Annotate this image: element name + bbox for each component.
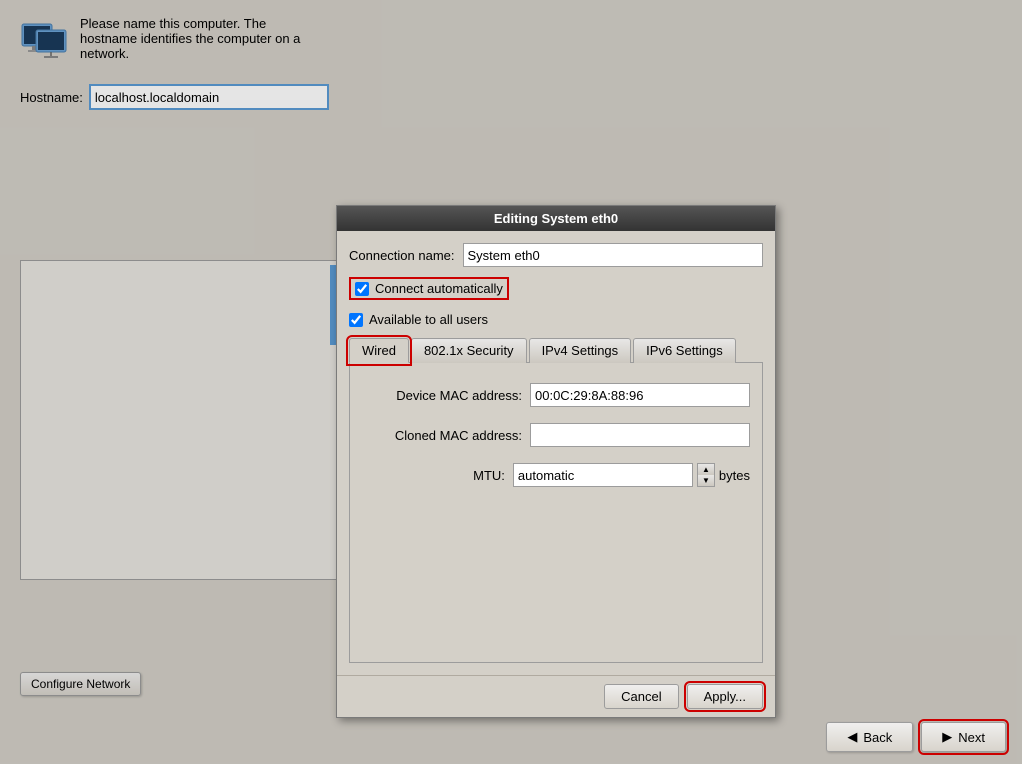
available-all-checkbox[interactable] bbox=[349, 313, 363, 327]
next-arrow-icon: ▶ bbox=[942, 729, 952, 745]
mtu-spinbox: ▲ ▼ bbox=[697, 463, 715, 487]
tab-ipv4[interactable]: IPv4 Settings bbox=[529, 338, 632, 363]
dialog-titlebar: Editing System eth0 bbox=[337, 206, 775, 231]
connect-automatically-row: Connect automatically bbox=[349, 277, 509, 300]
mtu-label: MTU: bbox=[362, 468, 505, 483]
tabs-header: Wired 802.1x Security IPv4 Settings IPv6… bbox=[349, 337, 763, 363]
dialog-body: Connection name: Connect automatically A… bbox=[337, 231, 775, 675]
mtu-unit: bytes bbox=[719, 468, 750, 483]
tab-802-1x[interactable]: 802.1x Security bbox=[411, 338, 527, 363]
next-button[interactable]: ▶ Next bbox=[921, 722, 1006, 752]
device-mac-input[interactable] bbox=[530, 383, 750, 407]
back-label: Back bbox=[863, 730, 892, 745]
cloned-mac-label: Cloned MAC address: bbox=[362, 428, 522, 443]
bottom-nav: ◀ Back ▶ Next bbox=[810, 710, 1022, 764]
device-mac-row: Device MAC address: bbox=[362, 383, 750, 407]
connection-name-row: Connection name: bbox=[349, 243, 763, 267]
editing-dialog: Editing System eth0 Connection name: Con… bbox=[336, 205, 776, 718]
back-button[interactable]: ◀ Back bbox=[826, 722, 913, 752]
tab-wired[interactable]: Wired bbox=[349, 338, 409, 363]
mtu-row: MTU: ▲ ▼ bytes bbox=[362, 463, 750, 487]
mtu-container: ▲ ▼ bytes bbox=[513, 463, 750, 487]
tabs-container: Wired 802.1x Security IPv4 Settings IPv6… bbox=[349, 337, 763, 663]
dialog-title: Editing System eth0 bbox=[494, 211, 618, 226]
dialog-footer: Cancel Apply... bbox=[337, 675, 775, 717]
cloned-mac-row: Cloned MAC address: bbox=[362, 423, 750, 447]
wired-tab-content: Device MAC address: Cloned MAC address: … bbox=[349, 363, 763, 663]
connect-automatically-checkbox[interactable] bbox=[355, 282, 369, 296]
next-label: Next bbox=[958, 730, 985, 745]
cancel-button[interactable]: Cancel bbox=[604, 684, 678, 709]
apply-button[interactable]: Apply... bbox=[687, 684, 763, 709]
connection-name-input[interactable] bbox=[463, 243, 763, 267]
back-arrow-icon: ◀ bbox=[847, 729, 857, 745]
connect-auto-wrapper: Connect automatically bbox=[349, 277, 763, 306]
available-all-row: Available to all users bbox=[349, 312, 763, 327]
connection-name-label: Connection name: bbox=[349, 248, 455, 263]
available-all-label[interactable]: Available to all users bbox=[369, 312, 488, 327]
connect-automatically-label[interactable]: Connect automatically bbox=[375, 281, 503, 296]
cloned-mac-input[interactable] bbox=[530, 423, 750, 447]
tab-ipv6[interactable]: IPv6 Settings bbox=[633, 338, 736, 363]
device-mac-label: Device MAC address: bbox=[362, 388, 522, 403]
mtu-input[interactable] bbox=[513, 463, 693, 487]
mtu-spin-down[interactable]: ▼ bbox=[698, 475, 714, 486]
mtu-spin-up[interactable]: ▲ bbox=[698, 464, 714, 475]
